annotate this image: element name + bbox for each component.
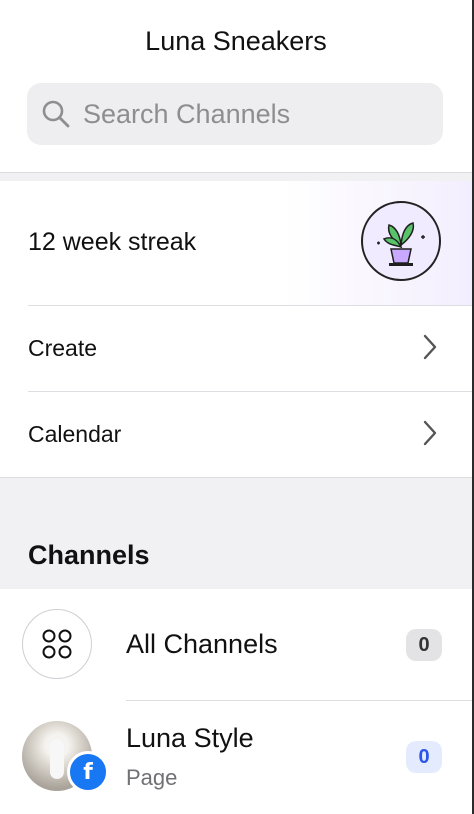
grid-icon	[22, 609, 92, 679]
avatar-figure	[50, 739, 64, 779]
row-divider	[28, 305, 472, 306]
menu-item-calendar[interactable]: Calendar	[0, 391, 472, 477]
row-divider	[28, 391, 472, 392]
streak-label: 12 week streak	[28, 228, 197, 256]
channels-heading: Channels	[28, 540, 150, 570]
streak-card[interactable]: 12 week streak	[0, 181, 472, 305]
chevron-right-icon	[422, 333, 438, 366]
channel-count-badge: 0	[406, 741, 442, 773]
menu-item-label: Create	[28, 335, 98, 361]
channel-all[interactable]: All Channels 0	[0, 589, 472, 701]
facebook-icon: f	[67, 751, 109, 793]
search-input[interactable]: Search Channels	[27, 83, 443, 145]
menu-item-create[interactable]: Create	[0, 305, 472, 391]
channels-section-header: Channels	[0, 477, 472, 589]
channel-name: Luna Style	[126, 723, 254, 753]
search-placeholder: Search Channels	[83, 98, 291, 129]
channel-luna-style[interactable]: f Luna Style Page 0	[0, 701, 472, 814]
plant-icon	[361, 201, 441, 281]
channel-name: All Channels	[126, 629, 278, 659]
channel-type: Page	[126, 765, 178, 790]
menu-item-label: Calendar	[28, 421, 122, 447]
header: Luna Sneakers Search Channels	[0, 0, 472, 172]
search-icon	[41, 99, 71, 129]
chevron-right-icon	[422, 419, 438, 452]
page-title: Luna Sneakers	[145, 26, 327, 56]
section-divider	[0, 172, 472, 181]
channel-count-badge: 0	[406, 629, 442, 661]
